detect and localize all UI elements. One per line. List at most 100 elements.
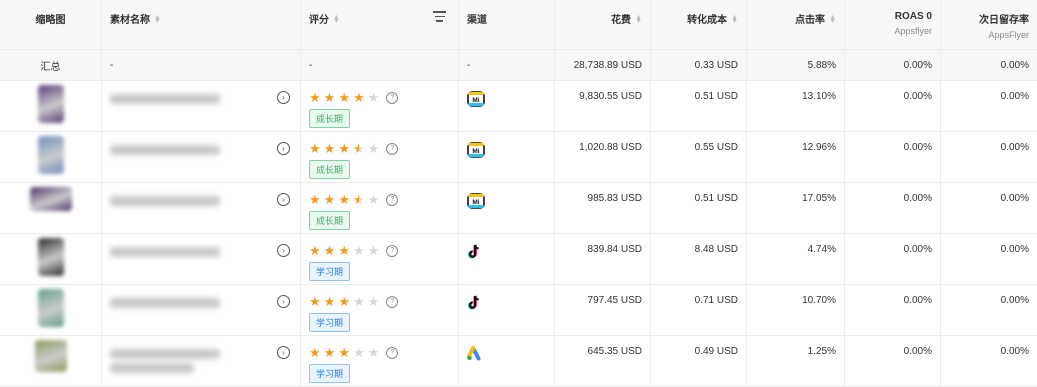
summary-label-text: 汇总 [40,61,61,73]
chevron-right-icon[interactable]: › [277,91,290,104]
table-row-1[interactable]: › ★ ★ ★ ★ ★? 成长期 Mi 9,830.55 USD 0.51 USD 13… [0,81,1037,132]
sort-icon[interactable]: ▲ ▼ [635,14,642,25]
table-row-5[interactable]: › ★ ★ ★ ★ ★? 学习期 797.45 USD 0.71 USD 10.70% … [0,285,1037,336]
thumbnail-image[interactable] [37,136,64,174]
thumbnail-image[interactable] [37,289,64,327]
help-circle-icon[interactable]: ? [386,295,399,308]
chevron-right-icon[interactable]: › [277,244,290,257]
col-rating[interactable]: 评分 ▲ ▼ [301,0,459,49]
roas-cell: 0.00% [845,183,941,233]
table-row-3[interactable]: › ★ ★ ★ ★ ★? 成长期 Mi 985.83 USD 0.51 USD 17.0… [0,183,1037,234]
summary-name-text: - [110,59,114,71]
thumbnail-cell[interactable] [0,336,102,386]
spend-value: 9,830.55 USD [579,91,642,102]
sort-icon[interactable]: ▲ ▼ [829,14,836,25]
svg-text:Mi: Mi [472,97,479,104]
thumbnail-cell[interactable] [0,183,102,233]
spend-value: 985.83 USD [587,193,642,204]
creative-name-blurred[interactable] [110,94,220,104]
mintegral-icon: Mi [467,193,546,209]
star-icon: ★ [352,192,365,207]
thumbnail-cell[interactable] [0,132,102,182]
conv-cost-value: 0.49 USD [694,346,738,357]
star-icon: ★ [323,192,336,207]
chevron-right-icon[interactable]: › [277,193,290,206]
star-icon: ★ [367,243,380,258]
col-name[interactable]: 素材名称 ▲ ▼ [102,0,301,49]
col-ctr-label: 点击率 [795,15,826,26]
star-icon: ★ [352,243,365,258]
help-circle-icon[interactable]: ? [386,193,399,206]
creative-table: 缩略图 素材名称 ▲ ▼ 评分 ▲ ▼ 渠道 花费 ▲ ▼ 转化成本 ▲ ▼ 点击率 ▲ ▼ ROA… [0,0,1037,387]
spend-cell: 1,020.88 USD [555,132,651,182]
star-rating: ★ ★ ★ ★ ★? [309,295,450,308]
creative-name-blurred[interactable] [110,196,220,206]
chevron-right-icon[interactable]: › [277,142,290,155]
sort-icon[interactable]: ▲ ▼ [731,14,738,25]
help-circle-icon[interactable]: ? [386,142,399,155]
thumbnail-cell[interactable] [0,81,102,131]
col-conv-cost[interactable]: 转化成本 ▲ ▼ [651,0,747,49]
summary-roas: 0.00% [845,50,941,80]
tiktok-icon [467,295,546,311]
table-row-6[interactable]: › ★ ★ ★ ★ ★? 学习期 645.35 USD 0.49 USD 1.25% 0… [0,336,1037,387]
filter-icon[interactable] [433,11,446,25]
name-cell: › [102,132,301,182]
star-icon: ★ [367,294,380,309]
star-icon: ★ [338,192,350,207]
thumbnail-image[interactable] [29,187,72,211]
star-icon: ★ [352,141,365,156]
star-icon: ★ [367,345,380,360]
conv-cost-value: 8.48 USD [694,244,738,255]
sort-icon[interactable]: ▲ ▼ [333,14,340,25]
summary-ctr: 5.88% [747,50,845,80]
col-spend[interactable]: 花费 ▲ ▼ [555,0,651,49]
creative-name-blurred[interactable] [110,145,220,155]
conv-cost-value: 0.55 USD [694,142,738,153]
retention-cell: 0.00% [941,336,1037,386]
svg-text:Mi: Mi [472,199,479,206]
roas-cell: 0.00% [845,234,941,284]
creative-name-blurred[interactable] [110,298,220,308]
spend-value: 797.45 USD [587,295,642,306]
roas-value: 0.00% [903,346,932,357]
table-row-2[interactable]: › ★ ★ ★ ★ ★? 成长期 Mi 1,020.88 USD 0.55 USD 12… [0,132,1037,183]
stage-tag: 成长期 [309,160,351,179]
star-icon: ★ [323,294,336,309]
sort-icon[interactable]: ▲ ▼ [154,14,161,25]
thumbnail-image[interactable] [37,85,64,123]
help-circle-icon[interactable]: ? [386,244,399,257]
creative-name-blurred[interactable] [110,247,220,257]
star-rating: ★ ★ ★ ★ ★? [309,142,450,155]
thumbnail-image[interactable] [34,340,67,372]
star-icon: ★ [338,345,350,360]
star-rating: ★ ★ ★ ★ ★? [309,346,450,359]
spend-cell: 797.45 USD [555,285,651,335]
chevron-right-icon[interactable]: › [277,346,290,359]
retention-value: 0.00% [1000,142,1029,153]
creative-name-blurred[interactable] [110,349,220,359]
thumbnail-cell[interactable] [0,285,102,335]
help-circle-icon[interactable]: ? [386,91,399,104]
help-circle-icon[interactable]: ? [386,346,399,359]
col-channel: 渠道 [459,0,555,49]
retention-value: 0.00% [1000,91,1029,102]
star-rating: ★ ★ ★ ★ ★? [309,244,450,257]
retention-cell: 0.00% [941,285,1037,335]
thumbnail-cell[interactable] [0,234,102,284]
svg-text:Mi: Mi [472,148,479,155]
col-roas-source: Appsflyer [894,26,932,36]
thumbnail-image[interactable] [37,238,64,276]
star-icon: ★ [367,90,380,105]
roas-value: 0.00% [903,91,932,102]
col-ctr[interactable]: 点击率 ▲ ▼ [747,0,845,49]
stage-tag: 成长期 [309,211,351,230]
star-icon: ★ [323,90,336,105]
table-header: 缩略图 素材名称 ▲ ▼ 评分 ▲ ▼ 渠道 花费 ▲ ▼ 转化成本 ▲ ▼ 点击率 ▲ ▼ ROA… [0,0,1037,50]
summary-row: 汇总 - - - 28,738.89 USD 0.33 USD 5.88% 0.… [0,50,1037,81]
chevron-right-icon[interactable]: › [277,295,290,308]
table-row-4[interactable]: › ★ ★ ★ ★ ★? 学习期 839.84 USD 8.48 USD 4.74% 0… [0,234,1037,285]
table-body: › ★ ★ ★ ★ ★? 成长期 Mi 9,830.55 USD 0.51 USD 13… [0,81,1037,387]
spend-value: 645.35 USD [587,346,642,357]
ctr-cell: 17.05% [747,183,845,233]
